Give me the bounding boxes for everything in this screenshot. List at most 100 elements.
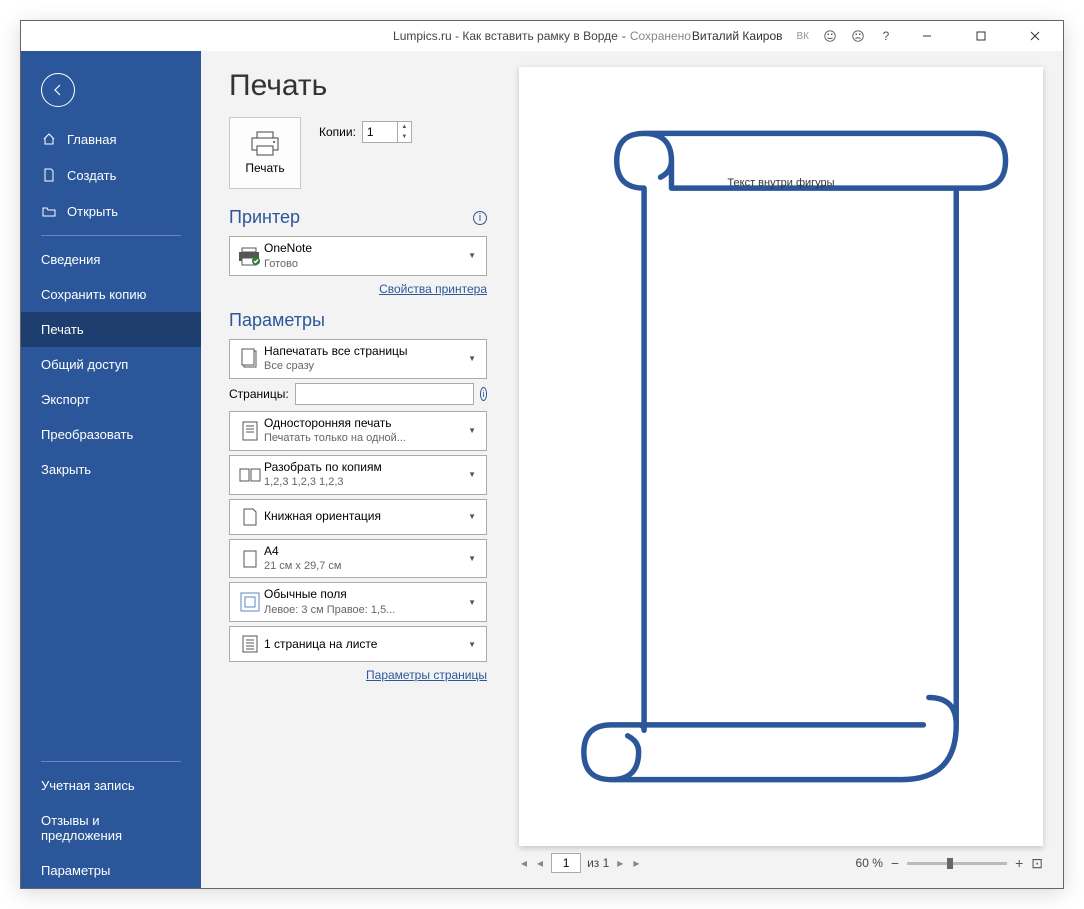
nav-label: Экспорт (41, 392, 90, 407)
option-sub: 1,2,3 1,2,3 1,2,3 (264, 475, 464, 489)
pages-per-sheet-dropdown[interactable]: 1 страница на листе ▼ (229, 626, 487, 662)
print-range-dropdown[interactable]: Напечатать все страницы Все сразу ▼ (229, 339, 487, 379)
paper-size-dropdown[interactable]: A4 21 см x 29,7 см ▼ (229, 539, 487, 579)
nav-label: Параметры (41, 863, 110, 878)
zoom-slider[interactable] (907, 862, 1007, 865)
printer-properties-link[interactable]: Свойства принтера (379, 282, 487, 296)
page-setup-link[interactable]: Параметры страницы (366, 668, 487, 682)
nav-save-copy[interactable]: Сохранить копию (21, 277, 201, 312)
back-button[interactable] (41, 73, 75, 107)
app-window: Lumpics.ru - Как вставить рамку в Ворде … (20, 20, 1064, 889)
dropdown-text: Книжная ориентация (264, 509, 464, 525)
dropdown-text: Обычные поля Левое: 3 см Правое: 1,5... (264, 587, 464, 617)
frown-icon[interactable] (851, 29, 865, 43)
body: Главная Создать Открыть Сведения Сохрани… (21, 51, 1063, 888)
first-page-button[interactable]: ◂ (519, 856, 529, 870)
nav-options[interactable]: Параметры (21, 853, 201, 888)
page-navigator: ◂ ◂ из 1 ▸ ▸ (519, 853, 641, 873)
zoom-controls: 60 % − + ⊡ (856, 855, 1043, 872)
pages-info-icon[interactable]: i (480, 387, 487, 401)
spinner-down[interactable]: ▼ (398, 132, 411, 142)
nav-spacer (21, 487, 201, 755)
printer-dropdown[interactable]: OneNote Готово ▼ (229, 236, 487, 276)
zoom-in-button[interactable]: + (1015, 855, 1023, 871)
page-number-input[interactable] (551, 853, 581, 873)
nav-label: Главная (67, 132, 116, 147)
nav-divider-2 (41, 761, 181, 762)
printer-info-icon[interactable]: i (473, 211, 487, 225)
chevron-down-icon: ▼ (464, 251, 480, 260)
settings-section-label: Параметры (229, 310, 325, 331)
pages-icon (236, 348, 264, 370)
minimize-button[interactable] (907, 23, 947, 49)
collate-dropdown[interactable]: Разобрать по копиям 1,2,3 1,2,3 1,2,3 ▼ (229, 455, 487, 495)
printer-icon (248, 131, 282, 157)
option-sub: Левое: 3 см Правое: 1,5... (264, 603, 464, 617)
smile-icon[interactable] (823, 29, 837, 43)
nav-info[interactable]: Сведения (21, 242, 201, 277)
nav-account[interactable]: Учетная запись (21, 768, 201, 803)
zoom-out-button[interactable]: − (891, 855, 899, 871)
orientation-dropdown[interactable]: Книжная ориентация ▼ (229, 499, 487, 535)
page-title: Печать (229, 69, 487, 103)
collate-icon (236, 467, 264, 483)
nav-export[interactable]: Экспорт (21, 382, 201, 417)
spinner-up[interactable]: ▲ (398, 122, 411, 132)
copies-value: 1 (367, 125, 374, 139)
option-sub: Печатать только на одной... (264, 431, 464, 445)
nav-new[interactable]: Создать (21, 157, 201, 193)
scroll-shape (551, 99, 1011, 814)
help-icon[interactable]: ? (879, 29, 893, 43)
nav-divider (41, 235, 181, 236)
option-title: Книжная ориентация (264, 509, 464, 525)
pages-input-row: Страницы: i (229, 383, 487, 405)
option-sub: 21 см x 29,7 см (264, 559, 464, 573)
printer-status: Готово (264, 257, 464, 271)
next-page-button[interactable]: ▸ (615, 856, 625, 870)
main-area: Печать Печать Копии: 1 ▲ ▼ (201, 51, 1063, 888)
copies-row: Копии: 1 ▲ ▼ (319, 121, 412, 143)
maximize-button[interactable] (961, 23, 1001, 49)
nav-label: Общий доступ (41, 357, 128, 372)
nav-print[interactable]: Печать (21, 312, 201, 347)
nav-close[interactable]: Закрыть (21, 452, 201, 487)
pages-input[interactable] (295, 383, 474, 405)
option-title: Разобрать по копиям (264, 460, 464, 476)
margins-dropdown[interactable]: Обычные поля Левое: 3 см Правое: 1,5... … (229, 582, 487, 622)
nav-label: Печать (41, 322, 84, 337)
titlebar-right: Виталий Каиров ВК ? (692, 23, 1055, 49)
dropdown-text: Разобрать по копиям 1,2,3 1,2,3 1,2,3 (264, 460, 464, 490)
chevron-down-icon: ▼ (464, 512, 480, 521)
prev-page-button[interactable]: ◂ (535, 856, 545, 870)
nav-home[interactable]: Главная (21, 121, 201, 157)
pages-label: Страницы: (229, 387, 289, 401)
nav-share[interactable]: Общий доступ (21, 347, 201, 382)
nav-label: Открыть (67, 204, 118, 219)
user-name[interactable]: Виталий Каиров (692, 29, 783, 43)
sides-dropdown[interactable]: Односторонняя печать Печатать только на … (229, 411, 487, 451)
chevron-down-icon: ▼ (464, 426, 480, 435)
preview-footer: ◂ ◂ из 1 ▸ ▸ 60 % − + ⊡ (519, 846, 1043, 880)
nav-open[interactable]: Открыть (21, 193, 201, 229)
nav-feedback[interactable]: Отзывы и предложения (21, 803, 201, 853)
chevron-down-icon: ▼ (464, 554, 480, 563)
nav-label: Учетная запись (41, 778, 135, 793)
option-title: Обычные поля (264, 587, 464, 603)
nav-label: Сведения (41, 252, 100, 267)
dropdown-text: Односторонняя печать Печатать только на … (264, 416, 464, 446)
print-button[interactable]: Печать (229, 117, 301, 189)
last-page-button[interactable]: ▸ (631, 856, 641, 870)
close-button[interactable] (1015, 23, 1055, 49)
nav-label: Отзывы и предложения (41, 813, 181, 843)
open-icon (41, 203, 57, 219)
shape-inner-text: Текст внутри фигуры (727, 177, 834, 189)
fit-page-button[interactable]: ⊡ (1031, 855, 1043, 872)
option-title: Напечатать все страницы (264, 344, 464, 360)
new-icon (41, 167, 57, 183)
zoom-value: 60 % (856, 856, 883, 870)
nav-label: Закрыть (41, 462, 91, 477)
oneside-icon (236, 420, 264, 442)
copies-input[interactable]: 1 ▲ ▼ (362, 121, 412, 143)
nav-transform[interactable]: Преобразовать (21, 417, 201, 452)
zoom-thumb[interactable] (947, 858, 953, 869)
